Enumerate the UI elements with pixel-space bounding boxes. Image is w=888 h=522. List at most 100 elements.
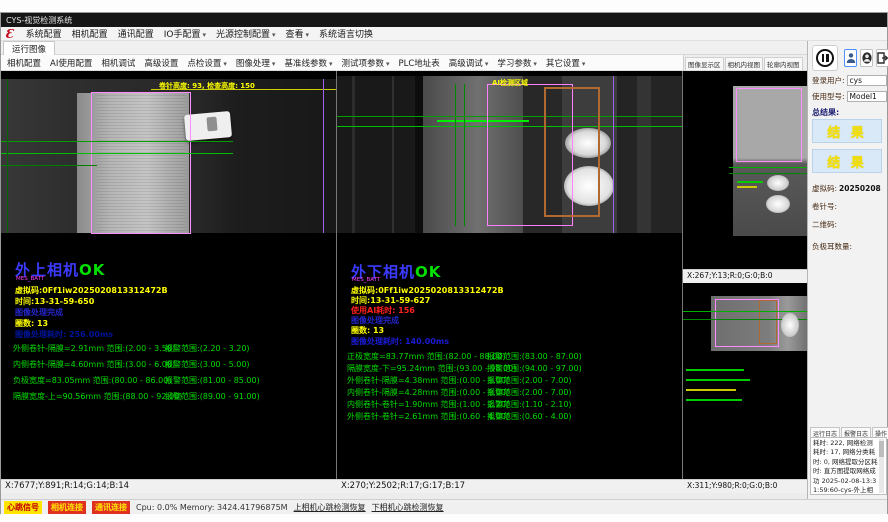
menu-light-control[interactable]: 光源控制配置▾ — [216, 27, 276, 40]
toolbar-ai-config[interactable]: AI使用配置 — [50, 57, 92, 69]
guide-line-green — [729, 167, 807, 168]
camera-image-upper: 卷针高度: 93, 检查高度: 150 — [1, 79, 337, 233]
right-control-panel: 登录用户: 使用型号: 总结果: 结 果 结 果 虚拟码: 20250208 卷… — [807, 41, 887, 499]
heartbeat-status-badge: 心跳信号 — [4, 501, 42, 514]
toolbar-spot-check[interactable]: 点检设置▾ — [187, 57, 227, 69]
menu-language-switch[interactable]: 系统语言切换 — [319, 27, 373, 40]
login-user-input[interactable] — [847, 75, 887, 86]
user-account-button[interactable] — [860, 49, 873, 67]
status-ok-label: OK — [415, 263, 441, 281]
process-done-line: 图像处理完成 — [15, 307, 63, 318]
small-camera-view-1[interactable] — [683, 71, 807, 269]
small-view-tab-bar: 图像显示区 相机内视图 轮廓内视图 — [683, 55, 807, 71]
toolbar-baseline-params[interactable]: 基准线参数▾ — [284, 57, 332, 69]
tiny-overlay-text-lines — [737, 186, 757, 188]
camera-view-upper[interactable]: 卷针高度: 93, 检查高度: 150 外上相机OK MES_BATT 虚拟码:… — [1, 71, 337, 479]
upper-camera-heartbeat-msg: 上相机心跳检测恢复 — [294, 502, 366, 513]
tab-image-display[interactable]: 图像显示区 — [685, 57, 724, 70]
measure-value: 外侧卷针-隔膜=4.38mm 范围:(0.00 - 9.00) — [347, 375, 509, 386]
exit-button[interactable] — [876, 49, 888, 67]
small-camera-view-2[interactable] — [683, 283, 807, 479]
menu-system-config[interactable]: 系统配置 — [26, 27, 62, 40]
result-badge-2: 结 果 — [812, 149, 882, 173]
toolbar-learning-params[interactable]: 学习参数▾ — [497, 57, 537, 69]
pause-button[interactable] — [812, 45, 838, 71]
tiny-overlay-text-lines — [686, 369, 744, 371]
virtual-code-value: 20250208 — [839, 184, 881, 193]
app-window: CYS-视觉检测系统 Ɛ 系统配置 相机配置 通讯配置 IO手配置▾ 光源控制配… — [0, 12, 888, 514]
lower-camera-heartbeat-msg: 下相机心跳检测恢复 — [372, 502, 444, 513]
camera-view-lower[interactable]: AI检测区域 外下相机OK MES_BATT 虚拟码:0Ff1iw2025020… — [337, 71, 683, 479]
tab-contour-view[interactable]: 轮廓内视图 — [764, 57, 803, 70]
guide-line-green — [683, 311, 807, 312]
mes-tag: MES_BATT — [352, 277, 380, 283]
coords-statusbar-sv1: X:267;Y:13;R:0;G:0;B:0 — [683, 269, 807, 283]
toolbar-advanced-debug[interactable]: 高级调试▾ — [449, 57, 489, 69]
toolbar: 相机配置 AI使用配置 相机调试 高级设置 点检设置▾ 图像处理▾ 基准线参数▾… — [1, 55, 683, 71]
chevron-down-icon: ▾ — [272, 31, 276, 39]
measure-value: 隔膜宽度-上=90.56mm 范围:(88.00 - 92.00) — [13, 391, 182, 402]
alarm-range: 报警范围:(89.00 - 91.00) — [165, 391, 260, 402]
measure-value: 内侧卷针-卷针=1.90mm 范围:(1.00 - 2.20) — [347, 399, 509, 410]
coords-statusbar-left: X:7677;Y:891;R:14;G:14;B:14 — [1, 479, 337, 493]
log-text-area[interactable]: 耗时: 222, 网络检测耗时: 17, 网络分类耗时: 0, 网络提取分区耗时… — [810, 437, 887, 495]
chevron-down-icon: ▾ — [485, 60, 489, 68]
tab-run-image[interactable]: 运行图像 — [3, 41, 55, 55]
title-bar: CYS-视觉检测系统 — [1, 13, 887, 27]
bright-blob — [766, 195, 790, 213]
measure-value: 外侧卷针-卷针=2.61mm 范围:(0.60 - 4.00) — [347, 411, 509, 422]
toolbar-plc-address[interactable]: PLC地址表 — [399, 57, 440, 69]
frame-stripe — [415, 76, 423, 233]
menu-bar: Ɛ 系统配置 相机配置 通讯配置 IO手配置▾ 光源控制配置▾ 查看▾ 系统语言… — [1, 27, 887, 41]
global-status-bar: 心跳信号 相机连接 通讯连接 Cpu: 0.0% Memory: 3424.41… — [1, 499, 887, 515]
comm-connection-badge: 通讯连接 — [92, 501, 130, 514]
measure-value: 正极宽度=83.77mm 范围:(82.00 - 88.00) — [347, 351, 505, 362]
menu-comm-config[interactable]: 通讯配置 — [118, 27, 154, 40]
pin-number-label: 卷针号: — [812, 201, 837, 212]
menu-camera-config[interactable]: 相机配置 — [72, 27, 108, 40]
model-input[interactable] — [847, 91, 887, 102]
coords-statusbar-center: X:270;Y:2502;R:17;G:17;B:17 — [337, 479, 683, 493]
chevron-down-icon: ▾ — [533, 60, 537, 68]
toolbar-image-processing[interactable]: 图像处理▾ — [236, 57, 276, 69]
edge-line-violet — [613, 76, 614, 233]
measure-value: 负极宽度=83.05mm 范围:(80.00 - 86.00) — [13, 375, 171, 386]
chevron-down-icon: ▾ — [272, 60, 276, 68]
alarm-range: 报警范围:(94.00 - 97.00) — [487, 363, 582, 374]
toolbar-camera-debug[interactable]: 相机调试 — [101, 57, 135, 69]
camera-connection-badge: 相机连接 — [48, 501, 86, 514]
tiny-overlay-text-lines — [686, 389, 736, 391]
menu-view[interactable]: 查看▾ — [286, 27, 310, 40]
turns-line: 圈数: 13 — [351, 325, 384, 336]
app-logo-icon: Ɛ — [5, 27, 14, 41]
coords-statusbar-sv2: X:311;Y:980;R:0;G:0;B:0 — [683, 479, 807, 493]
guide-line-green — [1, 141, 233, 142]
tiny-overlay-text-lines — [686, 399, 742, 401]
toolbar-advanced-settings[interactable]: 高级设置 — [144, 57, 178, 69]
guide-line-green — [464, 84, 465, 226]
measure-value: 内侧卷针-隔膜=4.28mm 范围:(0.00 - 9.00) — [347, 387, 509, 398]
cpu-memory-status: Cpu: 0.0% Memory: 3424.41796875M — [136, 503, 288, 512]
guide-line-green — [1, 153, 233, 154]
tab-row: 运行图像 — [1, 41, 807, 55]
pause-icon — [816, 49, 834, 67]
alarm-range: 报警范围:(3.00 - 5.00) — [165, 359, 250, 370]
toolbar-other-settings[interactable]: 其它设置▾ — [546, 57, 586, 69]
edge-line-violet — [323, 79, 324, 233]
chevron-down-icon: ▾ — [582, 60, 586, 68]
chevron-down-icon: ▾ — [223, 60, 227, 68]
chevron-down-icon: ▾ — [329, 60, 333, 68]
bright-blob — [781, 313, 799, 337]
menu-io-config[interactable]: IO手配置▾ — [164, 27, 206, 40]
log-scrollbar-thumb[interactable] — [879, 441, 884, 457]
user-switch-button[interactable] — [844, 49, 857, 67]
chevron-down-icon: ▾ — [386, 60, 390, 68]
login-user-label: 登录用户: — [812, 75, 845, 86]
turns-line: 圈数: 13 — [15, 318, 48, 329]
toolbar-test-params[interactable]: 测试项参数▾ — [341, 57, 389, 69]
user-dark-icon — [862, 52, 872, 64]
toolbar-camera-config[interactable]: 相机配置 — [7, 57, 41, 69]
camera-image-lower: AI检测区域 — [337, 76, 683, 233]
edge-line-green — [7, 79, 8, 233]
tab-camera-inner-view[interactable]: 相机内视图 — [725, 57, 764, 70]
